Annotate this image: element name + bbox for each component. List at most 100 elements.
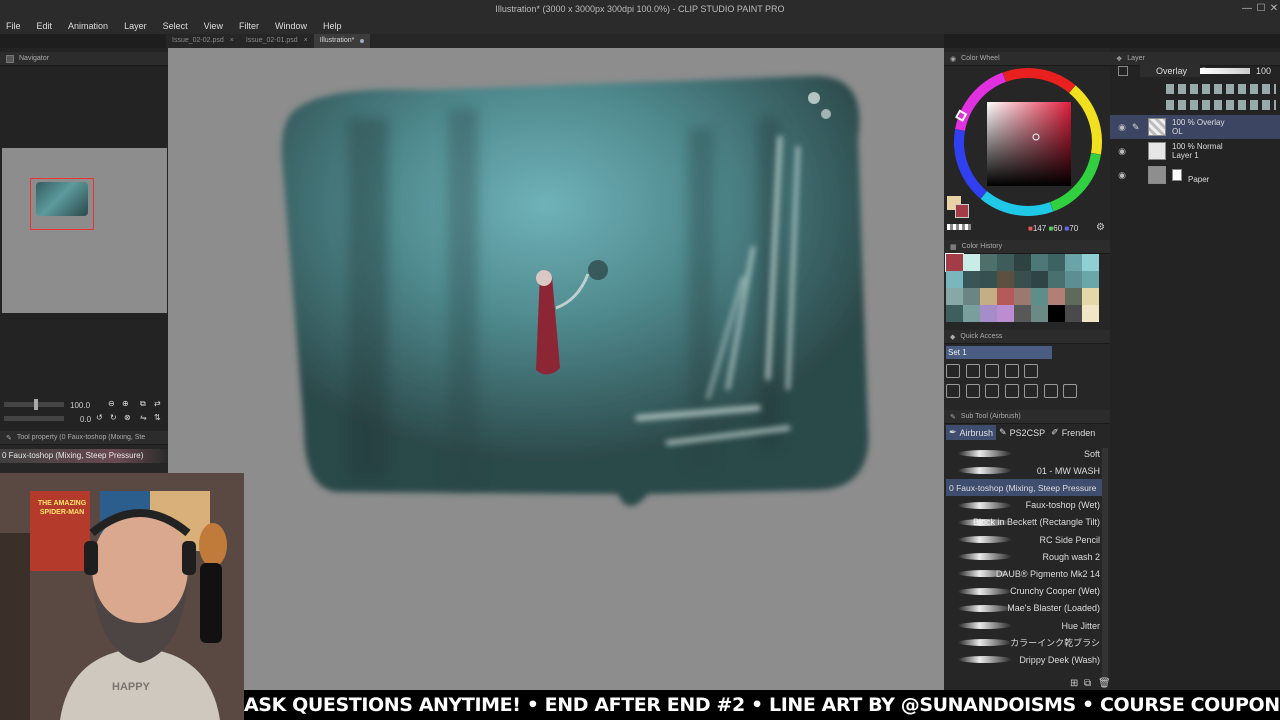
layer-property-icon[interactable]: [1118, 66, 1128, 76]
opacity-value[interactable]: 100: [1256, 66, 1271, 76]
clear-icon[interactable]: [1063, 384, 1078, 398]
brush-item[interactable]: Crunchy Cooper (Wet): [946, 583, 1102, 600]
brush-item[interactable]: Drippy Deek (Wash): [946, 651, 1102, 668]
color-swatch[interactable]: [1014, 305, 1031, 322]
color-swatch[interactable]: [1014, 288, 1031, 305]
duplicate-brush-icon[interactable]: ⧉: [1084, 678, 1091, 689]
menu-window[interactable]: Window: [275, 18, 307, 34]
color-swatch[interactable]: [1048, 254, 1065, 271]
sub-tool-tab-ps2csp[interactable]: ✎ PS2CSP: [996, 425, 1048, 440]
brush-item[interactable]: Soft: [946, 445, 1102, 462]
brush-item[interactable]: 0 Faux-toshop (Mixing, Steep Pressure: [946, 479, 1102, 497]
color-history-swatches[interactable]: [945, 253, 1102, 322]
color-swatch[interactable]: [997, 288, 1014, 305]
tab-issue-02-01[interactable]: Issue_02-01.psd ×: [240, 34, 314, 48]
color-swatch[interactable]: [1048, 271, 1065, 288]
color-swatch[interactable]: [945, 253, 964, 272]
color-swatch[interactable]: [1031, 254, 1048, 271]
color-swatch[interactable]: [946, 288, 963, 305]
globe-icon[interactable]: [946, 384, 960, 398]
color-swatch[interactable]: [980, 254, 997, 271]
menu-edit[interactable]: Edit: [37, 18, 53, 34]
tab-issue-02-02[interactable]: Issue_02-02.psd ×: [166, 34, 240, 48]
eye-icon[interactable]: ◉: [1116, 145, 1128, 157]
menu-help[interactable]: Help: [323, 18, 342, 34]
quick-access-set-tab[interactable]: Set 1: [946, 346, 1052, 359]
menu-animation[interactable]: Animation: [68, 18, 108, 34]
reset-rotation-icon[interactable]: ⊗: [124, 413, 131, 422]
rotate-left-icon[interactable]: ↺: [96, 413, 103, 422]
brush-item[interactable]: Mae's Blaster (Loaded): [946, 600, 1102, 617]
layer-row-layer1[interactable]: ◉ 100 % Normal Layer 1: [1110, 139, 1280, 163]
close-tab-icon[interactable]: ×: [230, 34, 234, 48]
transform-icon[interactable]: [965, 384, 980, 398]
color-swatch[interactable]: [997, 254, 1014, 271]
layer-toolbar-2[interactable]: [1166, 100, 1276, 110]
color-swatch[interactable]: [980, 271, 997, 288]
flip-icon[interactable]: ⇄: [154, 399, 161, 408]
modified-dot-icon[interactable]: [360, 39, 365, 43]
flip-horizontal-icon[interactable]: ⇋: [140, 413, 147, 422]
color-swatch[interactable]: [1065, 254, 1082, 271]
color-swatch[interactable]: [946, 305, 963, 322]
zoom-slider[interactable]: [4, 399, 64, 410]
flip-vertical-icon[interactable]: ⇅: [154, 413, 161, 422]
layer-toolbar-1[interactable]: [1166, 84, 1276, 94]
color-swatch[interactable]: [946, 271, 963, 288]
sub-color-swatch[interactable]: [955, 204, 969, 218]
menu-select[interactable]: Select: [163, 18, 188, 34]
settings-icon[interactable]: [1024, 364, 1039, 378]
color-swatch[interactable]: [963, 288, 980, 305]
color-swatch[interactable]: [1048, 288, 1065, 305]
fit-icon[interactable]: ⧉: [140, 399, 146, 409]
color-swatch[interactable]: [1065, 271, 1082, 288]
brush-item[interactable]: DAUB® Pigmento Mk2 14: [946, 565, 1102, 582]
layer-row-paper[interactable]: ◉ Paper: [1110, 163, 1280, 187]
color-swatch[interactable]: [963, 305, 980, 322]
color-swatch[interactable]: [1014, 254, 1031, 271]
saturation-value-square[interactable]: [987, 102, 1071, 186]
color-swatch[interactable]: [1065, 305, 1082, 322]
color-settings-icon[interactable]: ⚙: [1096, 222, 1105, 233]
zoom-out-icon[interactable]: ⊖: [108, 399, 115, 408]
color-swatch[interactable]: [963, 254, 980, 271]
sub-tool-tab-frenden[interactable]: ✐ Frenden: [1048, 425, 1098, 440]
menu-view[interactable]: View: [204, 18, 223, 34]
color-swatch[interactable]: [997, 305, 1014, 322]
delete-brush-icon[interactable]: 🗑: [1098, 678, 1111, 689]
eye-icon[interactable]: ◉: [1116, 169, 1128, 181]
color-swatch[interactable]: [1065, 288, 1082, 305]
color-swatch[interactable]: [1031, 271, 1048, 288]
color-swatch[interactable]: [1082, 305, 1099, 322]
maximize-icon[interactable]: ☐: [1254, 0, 1268, 18]
tool-property-brush-name[interactable]: 0 Faux-toshop (Mixing, Steep Pressure): [0, 449, 168, 463]
color-swatch[interactable]: [1031, 305, 1048, 322]
color-swatch[interactable]: [997, 271, 1014, 288]
mesh-icon[interactable]: [1024, 384, 1039, 398]
transparent-color-icon[interactable]: [947, 224, 971, 230]
tab-illustration[interactable]: Illustration*: [313, 34, 371, 48]
sub-tool-tab-airbrush[interactable]: ✒ Airbrush: [946, 425, 997, 440]
layer-icon[interactable]: [1043, 384, 1058, 398]
zoom-slider-handle[interactable]: [34, 399, 38, 410]
brush-item[interactable]: Rough wash 2: [946, 548, 1102, 565]
rotate-right-icon[interactable]: ↻: [110, 413, 117, 422]
color-swatch[interactable]: [1014, 271, 1031, 288]
color-swatch[interactable]: [980, 305, 997, 322]
blend-mode-select[interactable]: Overlay: [1140, 65, 1200, 77]
zoom-value[interactable]: 100.0: [70, 401, 90, 410]
add-brush-icon[interactable]: ⊞: [1070, 678, 1078, 689]
menu-filter[interactable]: Filter: [239, 18, 259, 34]
navigator-preview[interactable]: [2, 148, 167, 313]
color-wheel[interactable]: [950, 66, 1108, 216]
canvas-area[interactable]: [168, 48, 944, 690]
copy-icon[interactable]: [985, 364, 1000, 378]
painting-canvas[interactable]: [168, 48, 944, 690]
grid-icon[interactable]: [1004, 364, 1019, 378]
opacity-slider[interactable]: [1200, 68, 1250, 74]
magic-icon[interactable]: [985, 384, 1000, 398]
brush-item[interactable]: Block in Beckett (Rectangle Tilt): [946, 514, 1102, 531]
close-icon[interactable]: ✕: [1267, 0, 1280, 18]
eyedropper-icon[interactable]: [946, 364, 960, 378]
rotation-value[interactable]: 0.0: [80, 415, 91, 424]
